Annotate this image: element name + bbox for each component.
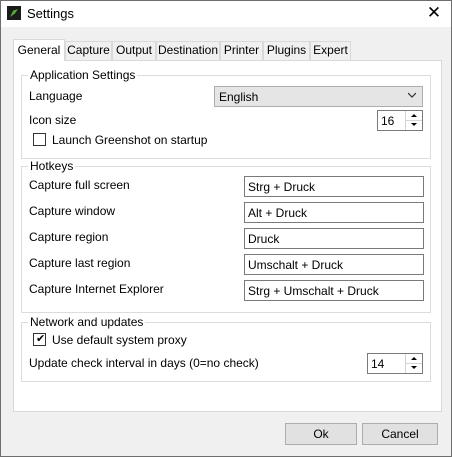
- tab-output[interactable]: Output: [112, 41, 156, 60]
- arrow-up-icon: [411, 114, 417, 117]
- window-title: Settings: [27, 6, 74, 21]
- general-tab-panel: Application Settings Language English Ic…: [13, 60, 442, 412]
- icon-size-label: Icon size: [29, 113, 77, 127]
- hotkey-value: Strg + Umschalt + Druck: [248, 284, 379, 298]
- hotkey-value: Druck: [248, 232, 280, 246]
- update-interval-label: Update check interval in days (0=no chec…: [29, 356, 259, 370]
- launch-on-startup-label: Launch Greenshot on startup: [52, 133, 208, 147]
- hotkey-input-window[interactable]: Alt + Druck: [244, 202, 424, 223]
- use-system-proxy-checkbox[interactable]: ✔: [33, 333, 46, 346]
- hotkey-label-last-region: Capture last region: [29, 256, 131, 270]
- network-updates-title: Network and updates: [28, 315, 146, 329]
- decrement-button[interactable]: [406, 120, 422, 129]
- update-interval-value: 14: [371, 357, 385, 371]
- tab-destination[interactable]: Destination: [156, 41, 220, 60]
- tab-plugins[interactable]: Plugins: [263, 41, 310, 60]
- cancel-button[interactable]: Cancel: [362, 423, 438, 445]
- language-value: English: [219, 90, 259, 104]
- title-bar: Settings ✕: [1, 1, 451, 27]
- hotkeys-title: Hotkeys: [28, 159, 76, 173]
- ok-button[interactable]: Ok: [285, 423, 357, 445]
- use-system-proxy-label: Use default system proxy: [52, 333, 187, 347]
- settings-window: Settings ✕ General Capture Output Destin…: [0, 0, 452, 457]
- icon-size-arrows: [405, 111, 422, 130]
- hotkeys-group: Hotkeys Capture full screen Strg + Druck…: [21, 159, 431, 313]
- hotkey-input-region[interactable]: Druck: [244, 228, 424, 249]
- hotkey-label-internet-explorer: Capture Internet Explorer: [29, 282, 164, 296]
- application-settings-group: Application Settings Language English Ic…: [21, 68, 431, 159]
- arrow-down-icon: [411, 123, 417, 126]
- checkmark-icon: ✔: [36, 333, 46, 345]
- language-label: Language: [29, 89, 83, 103]
- language-select[interactable]: English: [214, 86, 423, 107]
- application-settings-title: Application Settings: [28, 68, 138, 82]
- network-updates-group: Network and updates ✔ Use default system…: [21, 315, 431, 382]
- tab-printer[interactable]: Printer: [220, 41, 263, 60]
- hotkey-input-full-screen[interactable]: Strg + Druck: [244, 176, 424, 197]
- arrow-up-icon: [411, 357, 417, 360]
- greenshot-app-icon: [7, 6, 21, 20]
- chevron-down-icon: [408, 92, 416, 98]
- update-interval-arrows: [405, 354, 422, 373]
- update-interval-stepper[interactable]: 14: [367, 353, 423, 374]
- hotkey-input-internet-explorer[interactable]: Strg + Umschalt + Druck: [244, 280, 424, 301]
- tab-capture[interactable]: Capture: [65, 41, 112, 60]
- hotkey-label-full-screen: Capture full screen: [29, 178, 130, 192]
- hotkey-input-last-region[interactable]: Umschalt + Druck: [244, 254, 424, 275]
- hotkey-label-window: Capture window: [29, 204, 116, 218]
- decrement-button[interactable]: [406, 363, 422, 372]
- icon-size-value: 16: [381, 114, 395, 128]
- hotkey-value: Strg + Druck: [248, 180, 316, 194]
- hotkey-value: Alt + Druck: [248, 206, 308, 220]
- hotkey-label-region: Capture region: [29, 230, 109, 244]
- icon-size-stepper[interactable]: 16: [377, 110, 423, 131]
- arrow-down-icon: [411, 366, 417, 369]
- close-button[interactable]: ✕: [425, 4, 443, 22]
- launch-on-startup-checkbox[interactable]: [33, 133, 46, 146]
- tab-expert[interactable]: Expert: [310, 41, 351, 60]
- tab-general[interactable]: General: [13, 39, 65, 61]
- hotkey-value: Umschalt + Druck: [248, 258, 344, 272]
